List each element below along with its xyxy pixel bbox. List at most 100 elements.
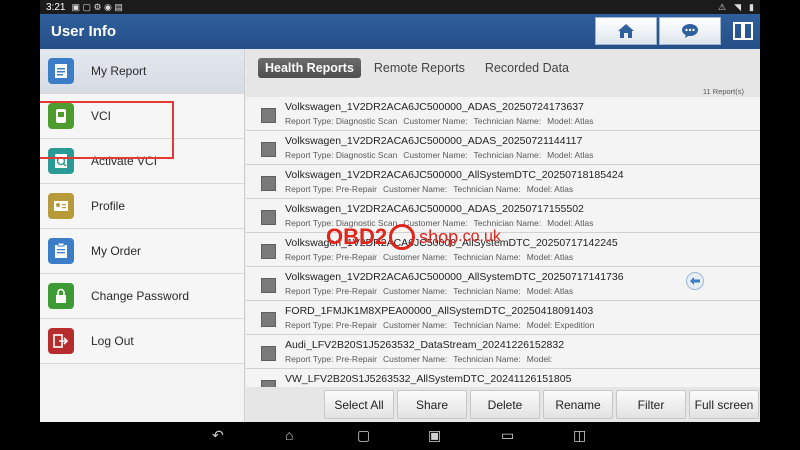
share-button[interactable]: Share (397, 390, 467, 419)
sidebar-item-profile[interactable]: Profile (40, 184, 244, 229)
sidebar-item-log-out[interactable]: Log Out (40, 319, 244, 364)
technician-name: Technician Name: (453, 252, 521, 262)
report-count: 11 Report(s) (702, 87, 744, 96)
list-item[interactable]: Volkswagen_1V2DR2ACA6JC500000_AllSystemD… (246, 267, 760, 301)
sidebar-item-my-order[interactable]: My Order (40, 229, 244, 274)
lock-icon (48, 283, 74, 309)
row-checkbox[interactable] (261, 142, 276, 157)
sidebar-item-label: My Order (91, 244, 142, 258)
tab-remote-reports[interactable]: Remote Reports (367, 58, 472, 78)
row-checkbox[interactable] (261, 108, 276, 123)
report-name: FORD_1FMJK1M8XPEA00000_AllSystemDTC_2025… (285, 305, 594, 317)
report-name: Volkswagen_1V2DR2ACA6JC50000_AllSystemDT… (285, 237, 618, 249)
customer-name: Customer Name: (382, 184, 448, 194)
row-checkbox[interactable] (261, 312, 276, 327)
report-meta: Report Type: Diagnostic Scan Customer Nam… (285, 116, 599, 126)
sidebar-item-label: Change Password (91, 289, 190, 303)
report-type: Report Type: Diagnostic Scan (285, 116, 398, 126)
row-checkbox[interactable] (261, 244, 276, 259)
report-meta: Report Type: Pre-Repair Customer Name: Tec… (285, 184, 579, 194)
technician-name: Technician Name: (453, 286, 521, 296)
report-panel: Health Reports Remote Reports Recorded D… (246, 49, 760, 422)
technician-name: Technician Name: (453, 320, 521, 330)
sidebar-item-label: Profile (91, 199, 126, 213)
select-all-button[interactable]: Select All (324, 390, 394, 419)
customer-name: Customer Name: (382, 320, 448, 330)
report-list[interactable]: Volkswagen_1V2DR2ACA6JC500000_ADAS_20250… (246, 97, 760, 387)
report-type: Report Type: Pre-Repair (285, 184, 377, 194)
list-item[interactable]: FORD_1FMJK1M8XPEA00000_AllSystemDTC_2025… (246, 301, 760, 335)
list-item[interactable]: Volkswagen_1V2DR2ACA6JC500000_ADAS_20250… (246, 199, 760, 233)
report-name: Volkswagen_1V2DR2ACA6JC500000_ADAS_20250… (285, 135, 583, 147)
list-item[interactable]: Volkswagen_1V2DR2ACA6JC500000_ADAS_20250… (246, 131, 760, 165)
report-name: Audi_LFV2B20S1J5263532_DataStream_202412… (285, 339, 565, 351)
recent-apps-icon[interactable]: ▢ (357, 427, 370, 444)
report-name: Volkswagen_1V2DR2ACA6JC500000_ADAS_20250… (285, 203, 584, 215)
tab-recorded-data[interactable]: Recorded Data (478, 58, 576, 78)
report-meta: Report Type: Pre-Repair Customer Name: Tec… (285, 252, 579, 262)
floating-remote-handle[interactable] (686, 272, 704, 290)
technician-name: Technician Name: (453, 354, 521, 364)
report-meta: Report Type: Diagnostic Scan Customer Nam… (285, 150, 599, 160)
model: Model: Atlas (526, 252, 574, 262)
header-bar: User Info (40, 14, 760, 49)
sidebar-item-change-password[interactable]: Change Password (40, 274, 244, 319)
customer-name: Customer Name: (382, 354, 448, 364)
sidebar-item-my-report[interactable]: My Report (40, 49, 244, 94)
screenshot-icon[interactable]: ▣ (428, 427, 441, 444)
vci-icon (48, 103, 74, 129)
list-item[interactable]: VW_LFV2B20S1J5263532_AllSystemDTC_202411… (246, 369, 760, 387)
sidebar: My Report VCI Activate VCI Profile My Or… (40, 49, 245, 422)
technician-name: Technician Name: (453, 184, 521, 194)
split-screen-icon[interactable]: ◫ (573, 427, 586, 444)
chat-icon (682, 24, 698, 38)
sidebar-item-vci[interactable]: VCI (40, 94, 244, 139)
report-meta: Report Type: Diagnostic Scan Customer Nam… (285, 218, 599, 228)
filter-button[interactable]: Filter (616, 390, 686, 419)
row-checkbox[interactable] (261, 380, 276, 387)
technician-name: Technician Name: (473, 150, 542, 160)
delete-button[interactable]: Delete (470, 390, 540, 419)
report-type: Report Type: Pre-Repair (285, 354, 377, 364)
wifi-icon: ◥ (734, 1, 742, 12)
list-item[interactable]: Volkswagen_1V2DR2ACA6JC50000_AllSystemDT… (246, 233, 760, 267)
logout-icon (48, 328, 74, 354)
list-item[interactable]: Volkswagen_1V2DR2ACA6JC500000_AllSystemD… (246, 165, 760, 199)
row-checkbox[interactable] (261, 346, 276, 361)
model: Model: Atlas (547, 116, 594, 126)
back-icon[interactable]: ↶ (212, 427, 224, 444)
model: Model: Atlas (526, 286, 574, 296)
chat-button[interactable] (659, 17, 721, 45)
customer-name: Customer Name: (382, 252, 448, 262)
row-checkbox[interactable] (261, 210, 276, 225)
split-view-button[interactable] (730, 17, 756, 45)
device-screen: 3:21 ▣ ▢ ⚙ ◉ ▤ ⚠ ◥ ▮ User Info My Report… (0, 0, 800, 450)
list-item[interactable]: Volkswagen_1V2DR2ACA6JC500000_ADAS_20250… (246, 97, 760, 131)
nav-home-icon[interactable]: ⌂ (285, 427, 293, 443)
row-checkbox[interactable] (261, 176, 276, 191)
sidebar-item-activate-vci[interactable]: Activate VCI (40, 139, 244, 184)
system-nav-bar: ↶ ⌂ ▢ ▣ ▭ ◫ (0, 422, 800, 450)
tab-health-reports[interactable]: Health Reports (258, 58, 361, 78)
row-checkbox[interactable] (261, 278, 276, 293)
full-screen-button[interactable]: Full screen (689, 390, 759, 419)
sidebar-item-label: Log Out (91, 334, 134, 348)
rename-button[interactable]: Rename (543, 390, 613, 419)
sidebar-item-label: VCI (91, 109, 112, 123)
report-name: Volkswagen_1V2DR2ACA6JC500000_ADAS_20250… (285, 101, 584, 113)
customer-name: Customer Name: (403, 218, 468, 228)
technician-name: Technician Name: (473, 116, 542, 126)
app-window: User Info My Report VCI Activate VCI Pro… (40, 14, 760, 422)
list-item[interactable]: Audi_LFV2B20S1J5263532_DataStream_202412… (246, 335, 760, 369)
status-time: 3:21 (46, 1, 66, 13)
model: Model: Atlas (526, 184, 574, 194)
home-icon (618, 24, 634, 38)
report-name: VW_LFV2B20S1J5263532_AllSystemDTC_202411… (285, 373, 572, 385)
report-type: Report Type: Pre-Repair (285, 252, 377, 262)
report-tabs: Health Reports Remote Reports Recorded D… (258, 58, 576, 78)
activate-icon (48, 148, 74, 174)
home-button[interactable] (595, 17, 657, 45)
model: Model: Atlas (547, 150, 594, 160)
status-bar: 3:21 ▣ ▢ ⚙ ◉ ▤ ⚠ ◥ ▮ (40, 0, 760, 14)
vci-connector-icon[interactable]: ▭ (501, 427, 514, 444)
